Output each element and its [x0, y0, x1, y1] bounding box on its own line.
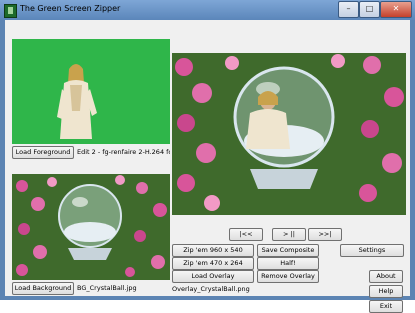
play-pause-button[interactable]: > ||	[272, 228, 306, 241]
rewind-button[interactable]: |<<	[229, 228, 263, 241]
load-foreground-button[interactable]: Load Foreground	[12, 146, 74, 159]
close-button[interactable]: ✕	[380, 1, 412, 18]
forward-button[interactable]: >>|	[308, 228, 342, 241]
help-button[interactable]: Help	[369, 285, 403, 298]
maximize-button[interactable]: □	[359, 1, 380, 18]
remove-overlay-button[interactable]: Remove Overlay	[257, 270, 319, 283]
overlay-file-label: Overlay_CrystalBall.png	[172, 285, 250, 293]
app-icon	[4, 4, 17, 18]
half-button[interactable]: Half!	[257, 257, 319, 270]
about-button[interactable]: About	[369, 270, 403, 283]
window-title: The Green Screen Zipper	[20, 4, 121, 13]
foreground-file-label: Edit 2 - fg-renfaire 2-H.264 for A	[77, 148, 170, 156]
background-file-label: BG_CrystalBall.jpg	[77, 284, 137, 292]
client-area: Load Foreground Edit 2 - fg-renfaire 2-H…	[5, 20, 410, 313]
background-preview	[12, 174, 170, 280]
exit-button[interactable]: Exit	[369, 300, 403, 313]
title-bar: The Green Screen Zipper – □ ✕	[0, 0, 415, 20]
minimize-button[interactable]: –	[338, 1, 359, 18]
zip-960-button[interactable]: Zip 'em 960 x 540	[172, 244, 254, 257]
zip-470-button[interactable]: Zip 'em 470 x 264	[172, 257, 254, 270]
composite-preview	[172, 53, 406, 215]
load-background-button[interactable]: Load Background	[12, 282, 74, 295]
save-composite-button[interactable]: Save Composite	[257, 244, 319, 257]
load-overlay-button[interactable]: Load Overlay	[172, 270, 254, 283]
app-window: The Green Screen Zipper – □ ✕ Load Foreg…	[0, 0, 415, 313]
foreground-preview	[12, 39, 170, 144]
settings-button[interactable]: Settings	[340, 244, 404, 257]
